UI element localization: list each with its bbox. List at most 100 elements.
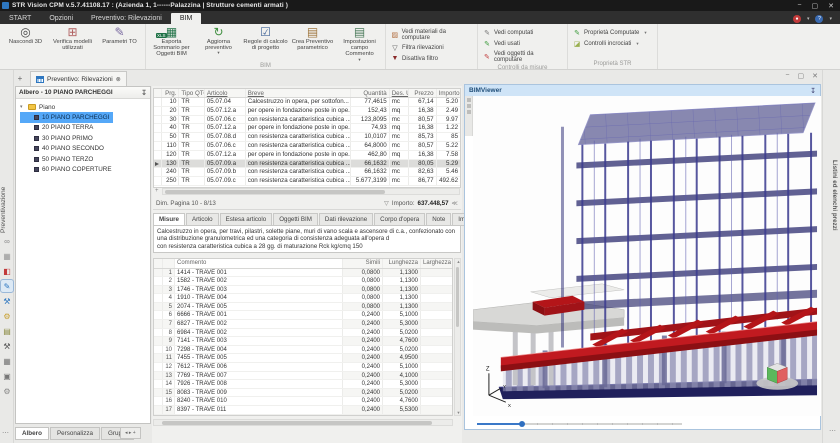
measure-row[interactable]: 10 7298 - TRAVE 004 0,2400 5,0200 [154,346,452,355]
red-building-icon[interactable]: ◧ [1,265,13,277]
ribbon-small-button[interactable]: ◪ Controlli incrociati ▾ [570,39,655,49]
estimate-row[interactable]: 20 TR 05.07.12.a per opere in fondazione… [154,107,460,116]
ribbon-tab[interactable]: Preventivo: Rilevazioni [82,13,171,24]
grid-icon[interactable]: ▦ [1,355,13,367]
slider-thumb[interactable] [519,421,525,427]
help-icon[interactable]: ? [815,15,823,23]
bottom-tab[interactable]: Albero [15,427,49,440]
estimate-row[interactable]: 240 TR 05.07.09.b con resistenza caratte… [154,168,460,177]
measure-row[interactable]: 14 7926 - TRAVE 008 0,2400 5,3000 [154,380,452,389]
image-icon[interactable]: ▣ [1,370,13,382]
measure-row[interactable]: 13 7769 - TRAVE 007 0,2400 4,1000 [154,372,452,381]
pane-minimize-icon[interactable]: − [785,72,789,80]
measure-row[interactable]: 12 7612 - TRAVE 006 0,2400 5,1000 [154,363,452,372]
ribbon-tab[interactable]: START [0,13,40,24]
ribbon-small-button[interactable]: ▽ Filtra rilevazioni [388,43,475,53]
document-tab[interactable]: Preventivo: Rilevazioni ⊗ [30,71,127,86]
ribbon-small-button[interactable]: ✎ Vedi usati [480,39,565,49]
measure-row[interactable]: 17 8397 - TRAVE 011 0,2400 5,5300 [154,406,452,415]
tree-item[interactable]: 30 PIANO PRIMO [20,133,150,144]
measure-row[interactable]: 3 1746 - TRAVE 003 0,0800 1,1300 [154,286,452,295]
estimate-row[interactable]: 130 TR 05.07.09.a con resistenza caratte… [154,160,460,169]
viewer-zoom-slider[interactable] [473,418,813,429]
measure-row[interactable]: 1 1414 - TRAVE 001 0,0800 1,1300 [154,269,452,278]
plant-icon[interactable]: ▦ [1,250,13,262]
ribbon-button[interactable]: ⊞ Verifica modelli utilizzati [49,25,96,60]
rail-more-button[interactable]: ⋯ [829,427,836,435]
ribbon-button[interactable]: ☑ Regole di calcolo di progetto [242,25,289,62]
measure-row[interactable]: 5 2074 - TRAVE 005 0,0800 1,1300 [154,303,452,312]
ribbon-button[interactable]: ▦ XLS Esporta Sommario per Oggetti BIM [148,25,195,62]
pin-icon[interactable]: ↧ [141,89,147,97]
tree-root[interactable]: ▾ Piano [20,102,150,112]
maximize-icon[interactable]: ▢ [812,2,819,10]
close-icon[interactable]: ✕ [828,2,834,10]
viewer-mini-toolbar[interactable] [465,96,473,136]
resources-icon[interactable]: ⚙ [1,310,13,322]
chevron-down-icon: ▾ [636,41,638,47]
estimate-row[interactable]: 40 TR 05.07.12.a per opere in fondazione… [154,124,460,133]
right-panel-tab[interactable]: Listini ed elenchi prezzi [826,160,838,320]
bim-3d-canvas[interactable]: Z Y X [473,96,821,416]
estimate-hscrollbar[interactable] [162,188,460,195]
measure-row[interactable]: 4 1910 - TRAVE 004 0,0800 1,1300 [154,294,452,303]
measure-row[interactable]: 2 1582 - TRAVE 002 0,0800 1,1300 [154,277,452,286]
ribbon-button[interactable]: ▤ Crea Preventivo parametrico [289,25,336,62]
measures-hscrollbar[interactable] [153,419,453,426]
tab-nav-buttons[interactable]: ◂ ▸ + [120,427,141,439]
ribbon-tab[interactable]: BIM [171,13,201,24]
ribbon-small-button[interactable]: ✎ Proprietà Computate ▾ [570,28,655,38]
tree-item[interactable]: 40 PIANO SECONDO [20,144,150,155]
ribbon-button-icon: ◎ [20,26,30,39]
tree-item[interactable]: 50 PIANO TERZO [20,154,150,165]
tree-item[interactable]: 10 PIANO PARCHEGGI [20,112,113,123]
measures-vscrollbar[interactable]: ▲ ▼ [454,258,461,416]
rail-more-button[interactable]: ⋯ [2,429,9,437]
crane-icon[interactable]: ⚒ [1,295,13,307]
estimate-row[interactable]: 120 TR 05.07.12.a per opere in fondazion… [154,151,460,160]
ribbon-button[interactable]: ✎ Parametri TO [96,25,143,60]
ribbon-small-button[interactable]: ✎ Vedi computati [480,28,565,38]
estimate-row[interactable]: 250 TR 05.07.09.c con resistenza caratte… [154,177,460,186]
ribbon-small-button[interactable]: ▨ Vedi materiali da computare [388,28,475,42]
minimize-icon[interactable]: − [797,2,801,10]
filter-icon[interactable]: ▽ [384,200,389,207]
pane-close-icon[interactable]: ✕ [812,72,818,80]
estimate-row[interactable]: 10 TR 05.07.04 Calcestruzzo in opera, pe… [154,98,460,107]
ribbon-tab[interactable]: Opzioni [40,13,82,24]
bottom-tab[interactable]: Personalizza [50,427,100,440]
measure-row[interactable]: 15 8083 - TRAVE 009 0,2400 5,0200 [154,389,452,398]
measure-row[interactable]: 11 7455 - TRAVE 005 0,2400 4,9500 [154,354,452,363]
groups-icon[interactable]: ▤ [1,325,13,337]
add-tab-button[interactable]: + [14,73,26,85]
settings-icon[interactable]: ⚙ [1,385,13,397]
pane-maximize-icon[interactable]: ▢ [798,72,805,80]
estimate-row[interactable]: 110 TR 05.07.06.c con resistenza caratte… [154,142,460,151]
ribbon-button[interactable]: ◎ Nascondi 3D [2,25,49,60]
ribbon-small-button[interactable]: ▼ Disattiva filtro [388,54,475,63]
link-icon[interactable]: ∞ [1,235,13,247]
ribbon-button[interactable]: ▤ Impostazioni campo Commento ▾ [336,25,383,62]
new-row-icon[interactable]: + [155,188,159,194]
estimate-row[interactable]: 50 TR 05.07.08.d con resistenza caratter… [154,133,460,142]
tab-close-icon[interactable]: ⊗ [116,76,121,83]
measure-row[interactable]: 7 6827 - TRAVE 002 0,2400 5,3000 [154,320,452,329]
bim-viewer-panel: BIMViewer ↧ [464,84,821,430]
measure-row[interactable]: 6 6666 - TRAVE 001 0,2400 5,1000 [154,311,452,320]
measurement-icon[interactable]: ✎ [1,280,13,292]
measure-row[interactable]: 9 7141 - TRAVE 003 0,2400 4,7600 [154,337,452,346]
estimate-row[interactable]: 30 TR 05.07.06.c con resistenza caratter… [154,116,460,125]
ribbon-button[interactable]: ↻ Aggiorna preventivo ▾ [195,25,242,62]
ribbon-small-button[interactable]: ✎ Vedi oggetti da computare [480,50,565,64]
pin-icon[interactable]: ↧ [810,87,816,95]
measure-row[interactable]: 8 6984 - TRAVE 002 0,2400 5,0200 [154,329,452,338]
chevron-down-icon[interactable]: ▾ [807,16,810,22]
tools-icon[interactable]: ⚒ [1,340,13,352]
tree-item[interactable]: 60 PIANO COPERTURE [20,165,150,176]
record-icon[interactable]: ● [793,15,801,23]
tree-expander-icon[interactable]: ▾ [20,104,25,110]
measure-row[interactable]: 16 8240 - TRAVE 010 0,2400 4,7600 [154,397,452,406]
collapse-icon[interactable]: ≪ [452,200,458,207]
chevron-down-icon[interactable]: ▾ [829,16,832,22]
tree-item[interactable]: 20 PIANO TERRA [20,123,150,134]
